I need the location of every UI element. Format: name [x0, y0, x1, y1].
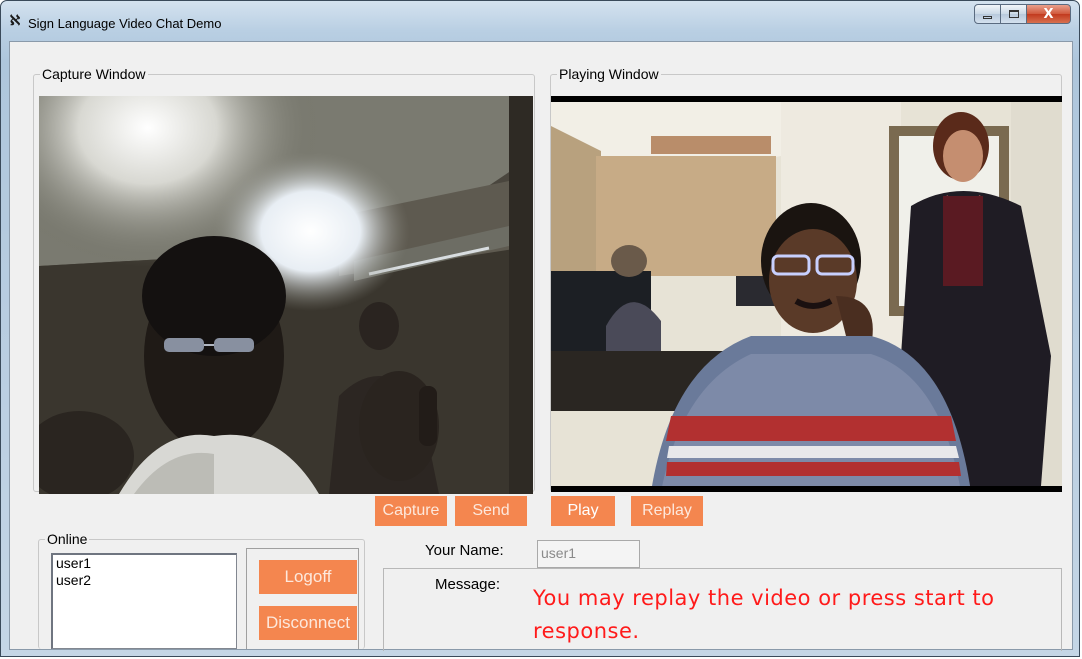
- title-bar[interactable]: ℵ Sign Language Video Chat Demo X: [1, 1, 1079, 41]
- playing-window-label: Playing Window: [557, 66, 661, 82]
- playing-video-feed: [551, 96, 1062, 492]
- message-label: Message:: [435, 576, 501, 593]
- your-name-label: Your Name:: [425, 542, 504, 559]
- capture-video-feed: [39, 96, 533, 494]
- replay-button[interactable]: Replay: [631, 496, 703, 526]
- your-name-field[interactable]: user1: [537, 540, 640, 568]
- close-icon: X: [1043, 6, 1054, 22]
- capture-button[interactable]: Capture: [375, 496, 447, 526]
- disconnect-button[interactable]: Disconnect: [259, 606, 357, 640]
- window-title: Sign Language Video Chat Demo: [28, 16, 222, 31]
- app-icon: ℵ: [9, 13, 21, 29]
- window-controls: X: [974, 4, 1071, 26]
- client-area: Capture Window Capture Send Playing Wind…: [9, 41, 1073, 651]
- maximize-icon: [1008, 10, 1019, 18]
- close-button[interactable]: X: [1027, 4, 1071, 24]
- app-window: ℵ Sign Language Video Chat Demo X Captur…: [0, 0, 1080, 657]
- online-label: Online: [45, 531, 90, 547]
- capture-window-label: Capture Window: [40, 66, 148, 82]
- list-item[interactable]: user2: [53, 572, 236, 589]
- maximize-button[interactable]: [1001, 4, 1027, 24]
- minimize-icon: [983, 16, 992, 19]
- minimize-button[interactable]: [974, 4, 1001, 24]
- playing-video-frame: [551, 102, 1062, 492]
- logoff-button[interactable]: Logoff: [259, 560, 357, 594]
- message-text: You may replay the video or press start …: [533, 586, 995, 643]
- send-button[interactable]: Send: [455, 496, 527, 526]
- online-users-list[interactable]: user1 user2: [51, 553, 237, 649]
- play-button[interactable]: Play: [551, 496, 615, 526]
- capture-video-frame: [39, 96, 533, 494]
- list-item[interactable]: user1: [53, 555, 236, 572]
